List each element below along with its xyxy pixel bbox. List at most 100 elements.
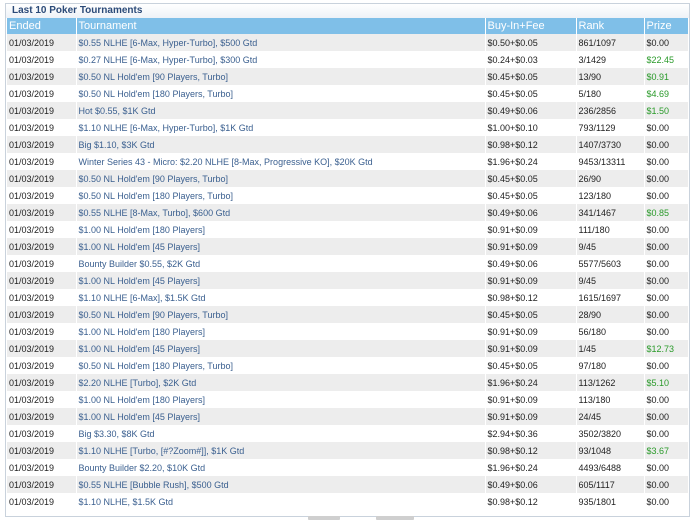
table-row[interactable]: 01/03/2019 $1.00 NL Hold'em [45 Players] $… — [7, 408, 689, 425]
table-row[interactable]: 01/03/2019 $0.27 NLHE [6-Max, Hyper-Turbo… — [7, 51, 689, 68]
table-row[interactable]: 01/03/2019 $0.55 NLHE [8-Max, Turbo], $60… — [7, 204, 689, 221]
cell-tournament[interactable]: $2.20 NLHE [Turbo], $2K Gtd — [76, 374, 486, 391]
table-row[interactable]: 01/03/2019 $0.50 NL Hold'em [180 Players,… — [7, 187, 689, 204]
cell-tournament[interactable]: Big $3.30, $8K Gtd — [76, 425, 486, 442]
table-row[interactable]: 01/03/2019 Bounty Builder $0.55, $2K Gtd $… — [7, 255, 689, 272]
cell-ended: 01/03/2019 — [7, 425, 77, 442]
cell-tournament[interactable]: $1.00 NL Hold'em [180 Players] — [76, 323, 486, 340]
cell-tournament[interactable]: $1.00 NL Hold'em [45 Players] — [76, 238, 486, 255]
cell-prize: $0.00 — [644, 187, 689, 204]
cell-buyin: $0.98+$0.12 — [485, 442, 577, 459]
cell-buyin: $0.49+$0.06 — [485, 102, 577, 119]
scrollbar-thumb-secondary[interactable] — [376, 516, 414, 520]
table-row[interactable]: 01/03/2019 Big $1.10, $3K Gtd $0.98+$0.12 1… — [7, 136, 689, 153]
cell-tournament[interactable]: $1.10 NLHE [6-Max, Hyper-Turbo], $1K Gtd — [76, 119, 486, 136]
cell-ended: 01/03/2019 — [7, 85, 77, 102]
cell-prize: $0.00 — [644, 493, 689, 510]
cell-ended: 01/03/2019 — [7, 476, 77, 493]
cell-rank: 5577/5603 — [576, 255, 645, 272]
table-row[interactable]: 01/03/2019 Big $3.30, $8K Gtd $2.94+$0.36 3… — [7, 425, 689, 442]
cell-tournament[interactable]: $1.00 NL Hold'em [180 Players] — [76, 221, 486, 238]
scrollbar-thumb[interactable] — [308, 516, 340, 520]
cell-tournament[interactable]: $0.50 NL Hold'em [90 Players, Turbo] — [76, 306, 486, 323]
table-row[interactable]: 01/03/2019 $0.55 NLHE [6-Max, Hyper-Turbo… — [7, 34, 689, 51]
cell-tournament[interactable]: $0.50 NL Hold'em [180 Players, Turbo] — [76, 357, 486, 374]
column-header-rank[interactable]: Rank — [576, 18, 645, 34]
column-header-ended[interactable]: Ended — [7, 18, 77, 34]
table-row[interactable]: 01/03/2019 $0.50 NL Hold'em [180 Players,… — [7, 357, 689, 374]
cell-ended: 01/03/2019 — [7, 153, 77, 170]
cell-ended: 01/03/2019 — [7, 289, 77, 306]
cell-prize: $0.00 — [644, 306, 689, 323]
cell-tournament[interactable]: Big $1.10, $3K Gtd — [76, 136, 486, 153]
cell-buyin: $0.91+$0.09 — [485, 272, 577, 289]
table-row[interactable]: 01/03/2019 $0.50 NL Hold'em [90 Players, … — [7, 170, 689, 187]
cell-buyin: $0.45+$0.05 — [485, 170, 577, 187]
table-row[interactable]: 01/03/2019 $1.00 NL Hold'em [180 Players]… — [7, 221, 689, 238]
cell-buyin: $0.49+$0.06 — [485, 204, 577, 221]
cell-ended: 01/03/2019 — [7, 408, 77, 425]
cell-rank: 113/1262 — [576, 374, 645, 391]
table-row[interactable]: 01/03/2019 Hot $0.55, $1K Gtd $0.49+$0.06 2… — [7, 102, 689, 119]
cell-tournament[interactable]: Hot $0.55, $1K Gtd — [76, 102, 486, 119]
cell-rank: 3502/3820 — [576, 425, 645, 442]
table-row[interactable]: 01/03/2019 $0.55 NLHE [Bubble Rush], $500… — [7, 476, 689, 493]
cell-tournament[interactable]: $1.00 NL Hold'em [45 Players] — [76, 340, 486, 357]
table-row[interactable]: 01/03/2019 $0.50 NL Hold'em [180 Players,… — [7, 85, 689, 102]
cell-tournament[interactable]: $1.10 NLHE, $1.5K Gtd — [76, 493, 486, 510]
cell-tournament[interactable]: $1.00 NL Hold'em [45 Players] — [76, 408, 486, 425]
cell-prize: $0.00 — [644, 238, 689, 255]
cell-prize: $12.73 — [644, 340, 689, 357]
cell-rank: 1615/1697 — [576, 289, 645, 306]
cell-tournament[interactable]: $0.50 NL Hold'em [180 Players, Turbo] — [76, 187, 486, 204]
cell-tournament[interactable]: $0.50 NL Hold'em [90 Players, Turbo] — [76, 170, 486, 187]
cell-buyin: $0.49+$0.06 — [485, 476, 577, 493]
cell-buyin: $0.24+$0.03 — [485, 51, 577, 68]
table-row[interactable]: 01/03/2019 $1.00 NL Hold'em [45 Players] $… — [7, 272, 689, 289]
cell-prize: $0.00 — [644, 34, 689, 51]
table-row[interactable]: 01/03/2019 $1.10 NLHE [Turbo, [#?Zoom#]],… — [7, 442, 689, 459]
cell-tournament[interactable]: $0.55 NLHE [8-Max, Turbo], $600 Gtd — [76, 204, 486, 221]
cell-prize: $0.00 — [644, 170, 689, 187]
table-row[interactable]: 01/03/2019 $1.00 NL Hold'em [45 Players] $… — [7, 238, 689, 255]
cell-ended: 01/03/2019 — [7, 68, 77, 85]
cell-rank: 28/90 — [576, 306, 645, 323]
table-row[interactable]: 01/03/2019 $0.50 NL Hold'em [90 Players, … — [7, 306, 689, 323]
cell-prize: $0.00 — [644, 425, 689, 442]
table-row[interactable]: 01/03/2019 $0.50 NL Hold'em [90 Players, … — [7, 68, 689, 85]
cell-rank: 9/45 — [576, 238, 645, 255]
table-row[interactable]: 01/03/2019 $1.10 NLHE [6-Max], $1.5K Gtd $… — [7, 289, 689, 306]
cell-ended: 01/03/2019 — [7, 255, 77, 272]
table-row[interactable]: 01/03/2019 Winter Series 43 - Micro: $2.2… — [7, 153, 689, 170]
cell-tournament[interactable]: $0.50 NL Hold'em [90 Players, Turbo] — [76, 68, 486, 85]
cell-prize: $0.00 — [644, 221, 689, 238]
cell-tournament[interactable]: Bounty Builder $2.20, $10K Gtd — [76, 459, 486, 476]
cell-tournament[interactable]: $0.27 NLHE [6-Max, Hyper-Turbo], $300 Gt… — [76, 51, 486, 68]
cell-prize: $0.00 — [644, 357, 689, 374]
column-header-prize[interactable]: Prize — [644, 18, 689, 34]
cell-buyin: $0.50+$0.05 — [485, 34, 577, 51]
cell-tournament[interactable]: $0.50 NL Hold'em [180 Players, Turbo] — [76, 85, 486, 102]
table-row[interactable]: 01/03/2019 $1.00 NL Hold'em [180 Players]… — [7, 323, 689, 340]
cell-rank: 93/1048 — [576, 442, 645, 459]
cell-tournament[interactable]: $0.55 NLHE [Bubble Rush], $500 Gtd — [76, 476, 486, 493]
table-row[interactable]: 01/03/2019 $2.20 NLHE [Turbo], $2K Gtd $1.… — [7, 374, 689, 391]
cell-tournament[interactable]: Winter Series 43 - Micro: $2.20 NLHE [8-… — [76, 153, 486, 170]
cell-buyin: $0.91+$0.09 — [485, 340, 577, 357]
cell-ended: 01/03/2019 — [7, 272, 77, 289]
table-row[interactable]: 01/03/2019 $1.10 NLHE, $1.5K Gtd $0.98+$0.… — [7, 493, 689, 510]
column-header-tournament[interactable]: Tournament — [76, 18, 486, 34]
cell-tournament[interactable]: $1.10 NLHE [Turbo, [#?Zoom#]], $1K Gtd — [76, 442, 486, 459]
table-row[interactable]: 01/03/2019 $1.00 NL Hold'em [180 Players]… — [7, 391, 689, 408]
cell-rank: 26/90 — [576, 170, 645, 187]
table-row[interactable]: 01/03/2019 $1.10 NLHE [6-Max, Hyper-Turbo… — [7, 119, 689, 136]
table-row[interactable]: 01/03/2019 $1.00 NL Hold'em [45 Players] $… — [7, 340, 689, 357]
cell-tournament[interactable]: $1.10 NLHE [6-Max], $1.5K Gtd — [76, 289, 486, 306]
cell-tournament[interactable]: $0.55 NLHE [6-Max, Hyper-Turbo], $500 Gt… — [76, 34, 486, 51]
cell-buyin: $1.96+$0.24 — [485, 374, 577, 391]
cell-tournament[interactable]: Bounty Builder $0.55, $2K Gtd — [76, 255, 486, 272]
table-row[interactable]: 01/03/2019 Bounty Builder $2.20, $10K Gtd… — [7, 459, 689, 476]
cell-tournament[interactable]: $1.00 NL Hold'em [180 Players] — [76, 391, 486, 408]
column-header-buyin[interactable]: Buy-In+Fee — [485, 18, 577, 34]
cell-tournament[interactable]: $1.00 NL Hold'em [45 Players] — [76, 272, 486, 289]
